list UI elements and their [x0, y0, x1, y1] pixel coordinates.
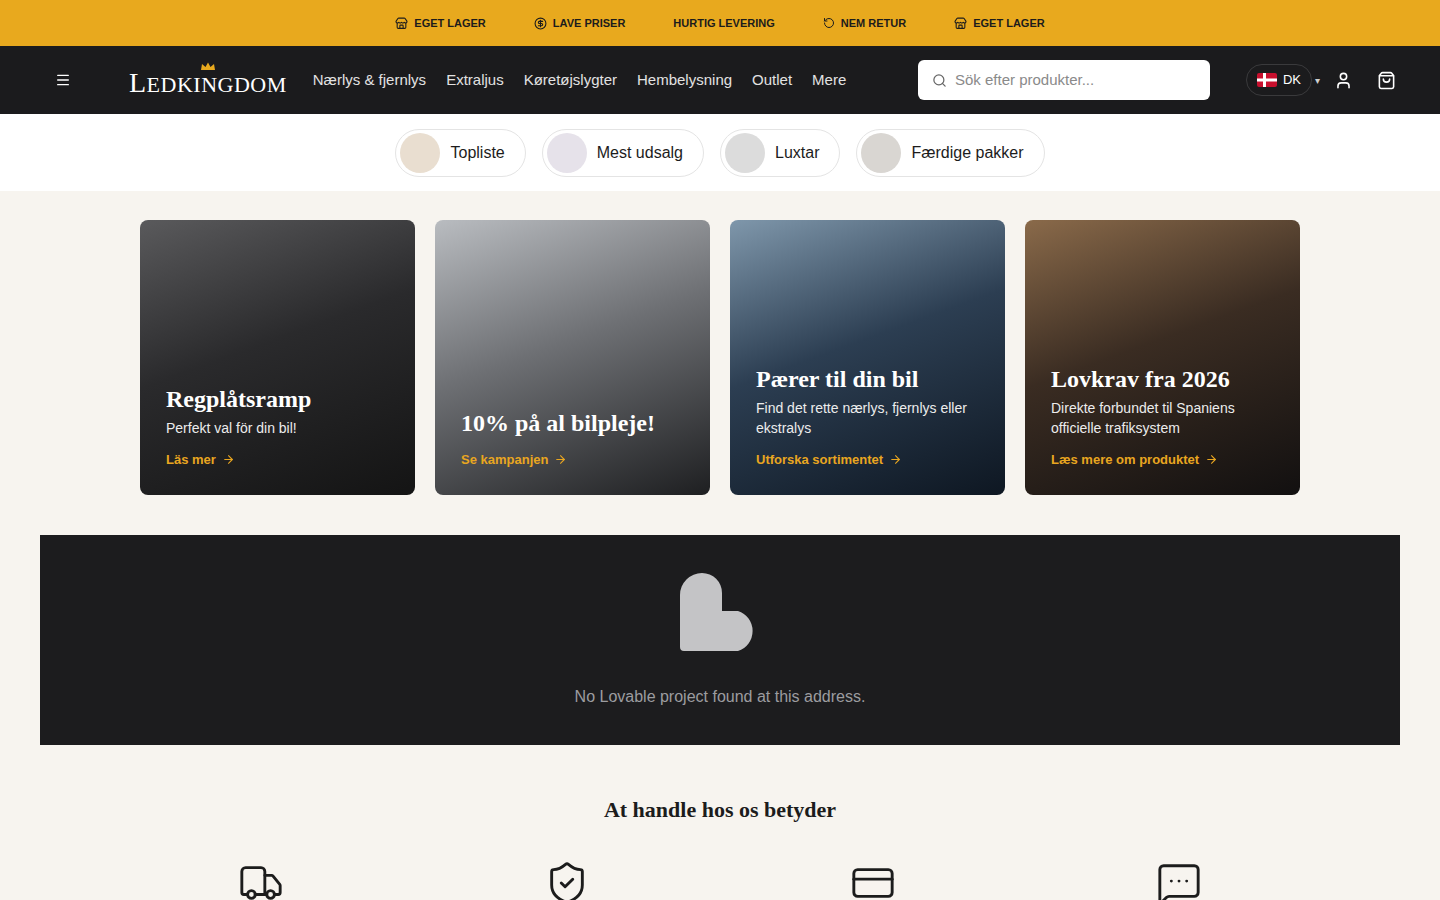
- category-image: [400, 133, 440, 173]
- card-link[interactable]: Se kampanjen: [461, 450, 684, 470]
- category-strip: Topliste Mest udsalg Luxtar Færdige pakker: [0, 114, 1440, 191]
- arrow-right-icon: [222, 453, 235, 466]
- category-pill[interactable]: Luxtar: [720, 129, 840, 177]
- return-icon: [823, 17, 835, 29]
- category-image: [547, 133, 587, 173]
- denmark-flag-icon: [1257, 73, 1277, 87]
- announcement-item: EGET LAGER: [954, 15, 1045, 32]
- shield-check-icon: [544, 860, 590, 900]
- nav-link[interactable]: Hembelysning: [637, 69, 732, 92]
- main-nav: LEDKINGDOM Nærlys & fjernlys Extraljus Køre…: [0, 46, 1440, 114]
- crown-icon: [200, 62, 216, 71]
- search-field[interactable]: Sök efter produkter...: [918, 60, 1210, 100]
- coin-icon: [534, 17, 547, 30]
- truck-icon: [236, 860, 286, 900]
- nav-link[interactable]: Køretøjslygter: [524, 69, 617, 92]
- menu-button[interactable]: [54, 71, 72, 89]
- category-pill[interactable]: Mest udsalg: [542, 129, 704, 177]
- category-pill[interactable]: Topliste: [395, 129, 525, 177]
- promo-card[interactable]: 10% på al bilpleje!Se kampanjen: [435, 220, 710, 495]
- card-link[interactable]: Läs mer: [166, 450, 389, 470]
- announcement-item: NEM RETUR: [823, 15, 906, 32]
- arrow-right-icon: [1205, 453, 1218, 466]
- message-icon: [1156, 860, 1202, 900]
- announcement-item: HURTIG LEVERING: [673, 15, 774, 32]
- logo[interactable]: LEDKINGDOM: [129, 62, 287, 99]
- promo-cards: RegplåtsrampPerfekt val för din bil!Läs …: [0, 191, 1440, 495]
- category-pill[interactable]: Færdige pakker: [856, 129, 1044, 177]
- announcement-item: LAVE PRISER: [534, 15, 626, 32]
- store-icon: [395, 17, 408, 30]
- nav-link[interactable]: Outlet: [752, 69, 792, 92]
- search-icon: [932, 73, 947, 88]
- country-selector[interactable]: DK▾: [1246, 64, 1320, 96]
- page: EGET LAGER LAVE PRISER HURTIG LEVERING NEM …: [0, 0, 1440, 900]
- nav-link[interactable]: Extraljus: [446, 69, 504, 92]
- promo-card[interactable]: RegplåtsrampPerfekt val för din bil!Läs …: [140, 220, 415, 495]
- benefits-section: At handle hos os betyder: [0, 745, 1440, 900]
- notice-panel: No Lovable project found at this address…: [40, 535, 1400, 745]
- arrow-right-icon: [554, 453, 567, 466]
- card-link[interactable]: Læs mere om produktet: [1051, 450, 1274, 470]
- bag-icon: [1377, 71, 1396, 90]
- arrow-right-icon: [889, 453, 902, 466]
- cart-button[interactable]: [1377, 71, 1396, 90]
- category-image: [861, 133, 901, 173]
- account-button[interactable]: [1334, 71, 1353, 90]
- nav-links: Nærlys & fjernlys Extraljus Køretøjslygter…: [313, 69, 847, 92]
- category-image: [725, 133, 765, 173]
- announcement-item: EGET LAGER: [395, 15, 486, 32]
- nav-link[interactable]: Mere: [812, 69, 846, 92]
- store-icon: [954, 17, 967, 30]
- card-link[interactable]: Utforska sortimentet: [756, 450, 979, 470]
- promo-card[interactable]: Lovkrav fra 2026Direkte forbundet til Sp…: [1025, 220, 1300, 495]
- menu-icon: [55, 72, 71, 88]
- lovable-logo-icon: [680, 571, 760, 653]
- announcement-bar: EGET LAGER LAVE PRISER HURTIG LEVERING NEM …: [0, 0, 1440, 46]
- promo-card[interactable]: Pærer til din bilFind det rette nærlys, …: [730, 220, 1005, 495]
- nav-link[interactable]: Nærlys & fjernlys: [313, 69, 426, 92]
- credit-card-icon: [849, 860, 897, 900]
- user-icon: [1334, 71, 1353, 90]
